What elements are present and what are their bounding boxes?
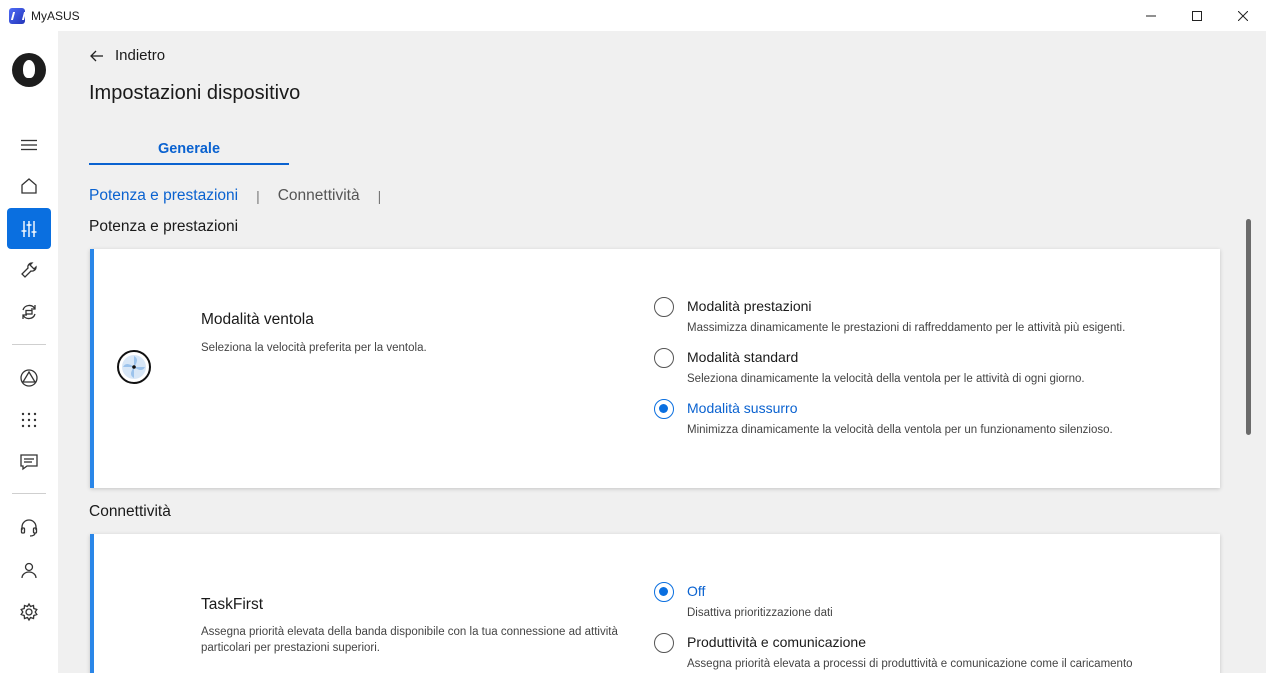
maximize-button[interactable]: [1174, 0, 1220, 31]
arrow-left-icon: [90, 50, 103, 61]
anchor-separator: |: [256, 188, 260, 204]
triangle-circle-icon: [20, 368, 38, 387]
headset-icon: [20, 518, 38, 537]
section-anchors: Potenza e prestazioni | Connettività |: [89, 187, 399, 205]
radio-button[interactable]: [654, 348, 674, 368]
sidebar-item-settings[interactable]: [7, 591, 51, 632]
fan-mode-description: Seleziona la velocità preferita per la v…: [201, 342, 427, 354]
hamburger-menu-icon: [21, 139, 37, 150]
gear-icon: [20, 602, 38, 621]
main-content: Indietro Impostazioni dispositivo Genera…: [58, 31, 1266, 673]
option-description: Massimizza dinamicamente le prestazioni …: [687, 322, 1126, 334]
radio-button[interactable]: [654, 297, 674, 317]
tab-general[interactable]: Generale: [89, 141, 289, 157]
taskfirst-title: TaskFirst: [201, 596, 263, 613]
option-description: Minimizza dinamicamente la velocità dell…: [687, 424, 1113, 436]
myasus-logo-icon: [9, 7, 25, 24]
sidebar-item-system-diagnosis[interactable]: [7, 249, 51, 290]
sidebar-item-recovery[interactable]: [7, 291, 51, 332]
sidebar-item-home[interactable]: [7, 165, 51, 206]
back-label: Indietro: [115, 47, 166, 64]
anchor-power-performance[interactable]: Potenza e prestazioni: [89, 187, 238, 205]
sidebar-divider: [12, 493, 46, 494]
option-label: Modalità standard: [687, 349, 799, 365]
option-label: Modalità prestazioni: [687, 298, 812, 314]
sidebar-divider: [12, 344, 46, 345]
minimize-button[interactable]: [1128, 0, 1174, 31]
radio-button-selected[interactable]: [654, 582, 674, 602]
asus-logo-icon: [12, 53, 46, 87]
grid-dots-icon: [21, 412, 37, 427]
fan-mode-title: Modalità ventola: [201, 311, 314, 328]
section-title-connectivity: Connettività: [89, 503, 171, 520]
option-description: Assegna priorità elevata a processi di p…: [687, 658, 1133, 670]
option-description: Disattiva prioritizzazione dati: [687, 607, 833, 619]
fan-mode-card: Modalità ventola Seleziona la velocità p…: [90, 249, 1220, 488]
close-button[interactable]: [1220, 0, 1266, 31]
sliders-icon: [21, 220, 37, 237]
sidebar-item-apps[interactable]: [7, 399, 51, 440]
sidebar-item-support[interactable]: [7, 507, 51, 548]
wrench-icon: [21, 261, 37, 278]
section-title-power: Potenza e prestazioni: [89, 218, 239, 235]
refresh-icon: [22, 304, 36, 319]
message-icon: [20, 453, 38, 470]
home-icon: [21, 177, 37, 194]
title-bar: MyASUS: [0, 0, 1266, 31]
option-label: Modalità sussurro: [687, 400, 798, 416]
scrollbar-thumb[interactable]: [1246, 219, 1251, 435]
anchor-separator: |: [377, 188, 382, 204]
hamburger-menu-button[interactable]: [7, 124, 51, 165]
sidebar: [0, 31, 58, 673]
sidebar-item-news[interactable]: [7, 441, 51, 482]
tab-active-indicator: [89, 163, 289, 165]
anchor-connectivity[interactable]: Connettività: [278, 187, 360, 205]
page-title: Impostazioni dispositivo: [89, 82, 301, 104]
fan-icon: [117, 350, 151, 384]
option-description: Seleziona dinamicamente la velocità dell…: [687, 373, 1085, 385]
user-icon: [21, 562, 37, 578]
sidebar-item-link[interactable]: [7, 357, 51, 398]
window-title: MyASUS: [31, 8, 80, 23]
radio-button-selected[interactable]: [654, 399, 674, 419]
option-label: Off: [687, 583, 706, 599]
radio-button[interactable]: [654, 633, 674, 653]
minimize-icon: [1146, 15, 1156, 16]
option-label: Produttività e comunicazione: [687, 634, 866, 650]
close-icon: [1238, 10, 1248, 21]
taskfirst-card: TaskFirst Assegna priorità elevata della…: [90, 534, 1220, 673]
sidebar-item-user[interactable]: [7, 549, 51, 590]
maximize-icon: [1192, 10, 1202, 21]
back-button[interactable]: Indietro: [89, 47, 165, 64]
taskfirst-description: Assegna priorità elevata della banda dis…: [201, 626, 618, 654]
sidebar-item-customization[interactable]: [7, 208, 51, 249]
window-controls: [1128, 0, 1266, 31]
